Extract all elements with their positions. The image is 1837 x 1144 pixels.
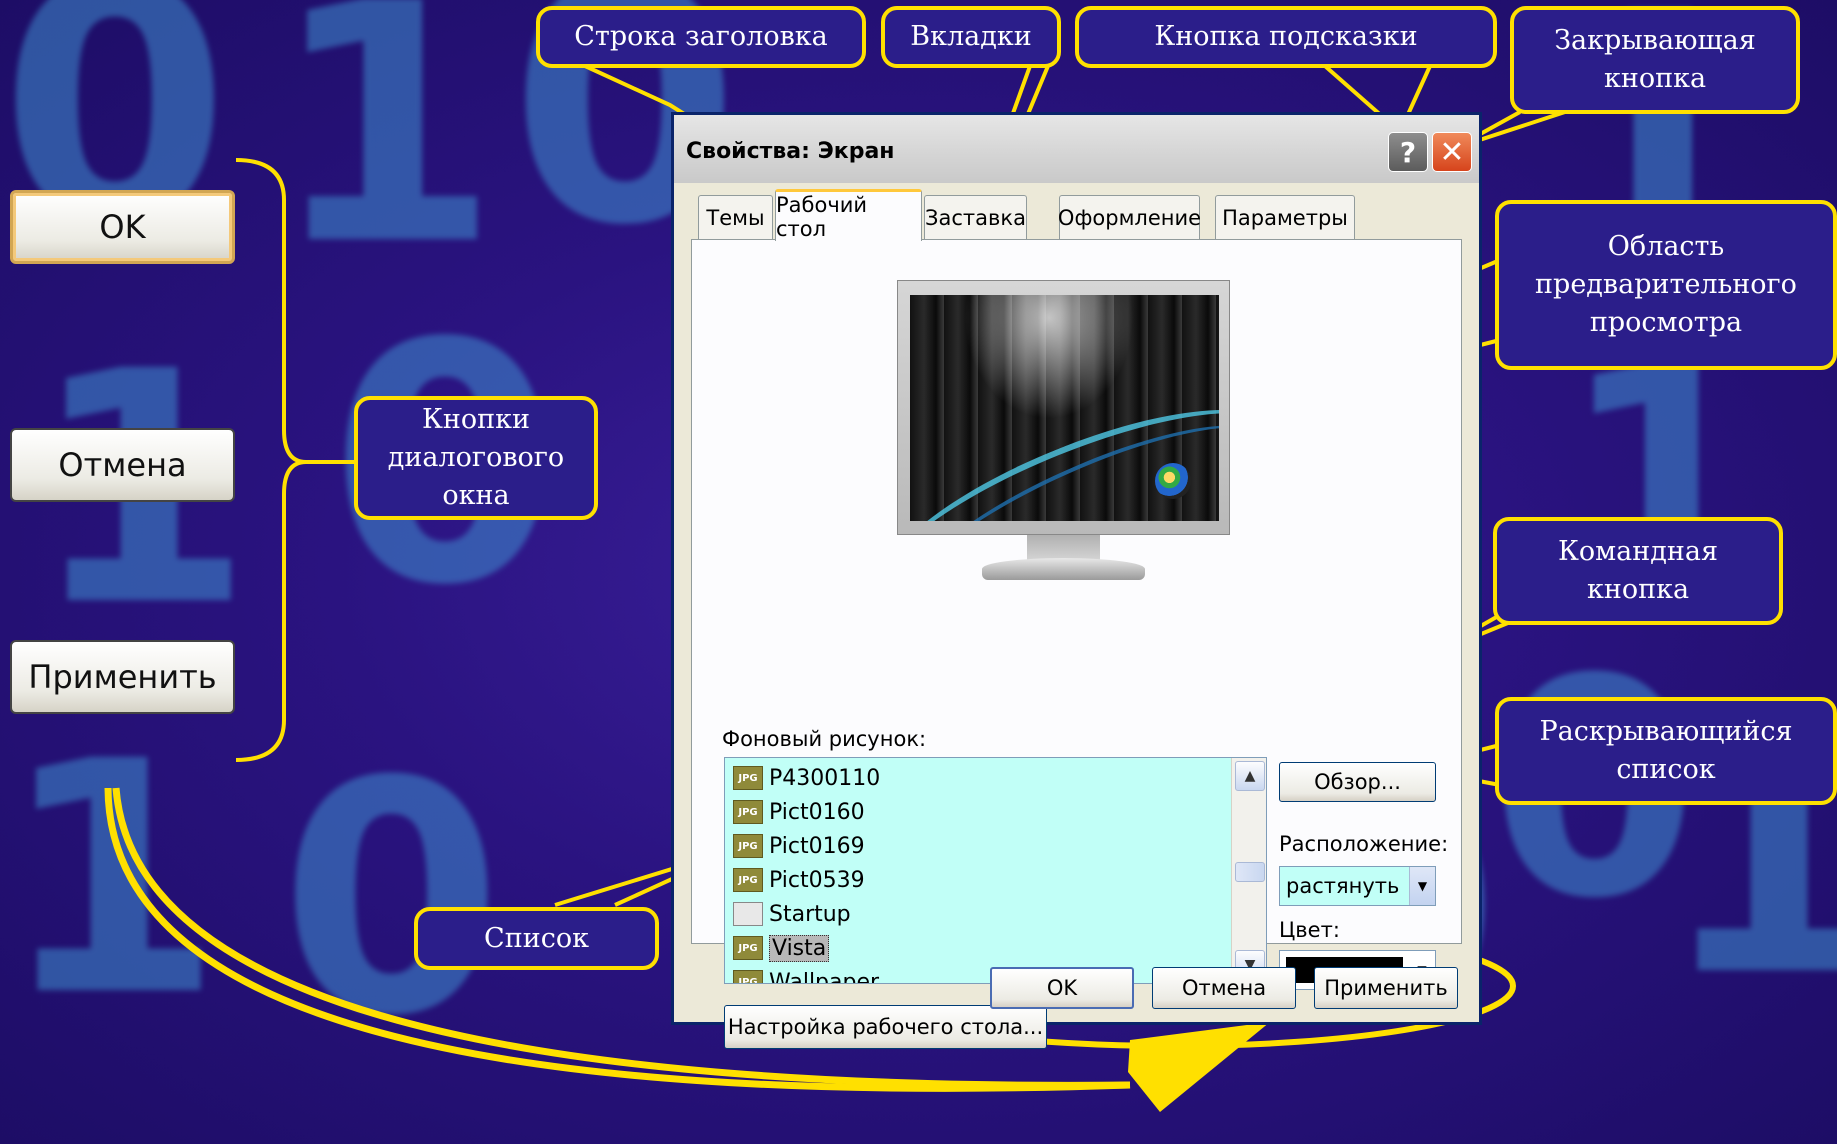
list-item[interactable]: JPG Pict0169 [733,830,865,862]
jpg-icon: JPG [733,800,763,824]
list-item[interactable]: JPG Pict0539 [733,864,865,896]
customize-desktop-button[interactable]: Настройка рабочего стола... [724,1005,1047,1049]
callout-command-line: Командная [1558,536,1718,567]
apply-button[interactable]: Применить [1314,967,1458,1009]
list-item[interactable]: Startup [733,898,851,930]
list-item-selected[interactable]: JPG Vista [733,932,830,964]
jpg-icon: JPG [733,936,763,960]
list-item-label: Pict0539 [769,867,865,893]
browse-button[interactable]: Обзор... [1279,762,1436,802]
position-dropdown[interactable]: растянуть ▼ [1279,866,1436,906]
callout-dropdown-line: Раскрывающийся [1539,716,1793,747]
ok-button[interactable]: OK [990,967,1134,1009]
list-item-label: Pict0160 [769,799,865,825]
display-properties-dialog: Свойства: Экран ? ✕ Темы Рабочий стол За… [671,112,1482,1049]
brace [235,158,307,762]
list-item-label: Wallpaper [769,969,880,984]
monitor-base [982,558,1145,580]
list-item[interactable]: JPG P4300110 [733,762,880,794]
callout-preview-line: предварительного [1535,269,1797,300]
list-item-label: P4300110 [769,765,881,791]
callout-preview-area: Область предварительного просмотра [1495,200,1837,370]
list-item[interactable]: JPG Pict0160 [733,796,865,828]
color-label: Цвет: [1279,918,1340,942]
callout-tabs: Вкладки [881,6,1061,68]
callout-dropdown-list: Раскрывающийся список [1495,697,1837,805]
tab-screensaver[interactable]: Заставка [924,195,1027,239]
callout-close-line: Закрывающая [1554,25,1756,56]
sample-ok-button[interactable]: OK [10,190,235,264]
callout-close-button: Закрывающая кнопка [1510,6,1800,114]
help-button[interactable]: ? [1388,132,1428,172]
callout-dialog-buttons-line: окна [442,480,510,511]
jpg-icon: JPG [733,970,763,983]
callout-title-bar: Строка заголовка [536,6,866,68]
question-icon: ? [1399,135,1417,169]
background-label: Фоновый рисунок: [722,727,927,751]
close-button[interactable]: ✕ [1432,132,1472,172]
windows-logo-icon [1155,463,1191,499]
sample-apply-button[interactable]: Применить [10,640,235,714]
list-item-label: Vista [769,934,830,962]
jpg-icon: JPG [733,834,763,858]
tab-settings[interactable]: Параметры [1215,195,1355,239]
preview-screen [910,295,1219,521]
callout-close-line: кнопка [1603,63,1707,94]
desktop-tab-panel: Фоновый рисунок: JPG P4300110 JPG Pict01… [691,239,1462,1049]
title-bar[interactable]: Свойства: Экран ? ✕ [674,115,1479,183]
callout-preview-line: Область [1607,231,1725,262]
callout-dialog-buttons-line: Кнопки [421,404,530,435]
dropdown-arrow[interactable]: ▼ [1409,867,1435,905]
callout-dialog-buttons-line: диалогового [387,442,565,473]
list-item-label: Startup [769,901,851,927]
jpg-icon: JPG [733,868,763,892]
position-value: растянуть [1286,874,1400,898]
window-title: Свойства: Экран [686,139,895,164]
scroll-up-button[interactable]: ▲ [1235,761,1265,791]
sample-cancel-button[interactable]: Отмена [10,428,235,502]
callout-dropdown-line: список [1616,754,1716,785]
jpg-icon: JPG [733,766,763,790]
chevron-up-icon: ▲ [1244,768,1256,784]
wallpaper-list[interactable]: JPG P4300110 JPG Pict0160 JPG Pict0169 J… [724,757,1267,984]
callout-command-button: Командная кнопка [1493,517,1783,625]
cancel-button[interactable]: Отмена [1152,967,1296,1009]
scroll-thumb[interactable] [1235,862,1265,882]
preview-area [897,280,1230,535]
chevron-down-icon: ▼ [1417,879,1428,893]
arc-arrowhead [1128,1022,1270,1112]
callout-tabs-text: Вкладки [910,21,1032,52]
callout-dialog-buttons: Кнопки диалогового окна [354,396,598,520]
callout-preview-line: просмотра [1589,307,1743,338]
system-file-icon [733,902,763,926]
tab-desktop[interactable]: Рабочий стол [775,189,922,241]
list-item[interactable]: JPG Wallpaper [733,966,880,984]
callout-title-bar-text: Строка заголовка [574,21,828,52]
list-item-label: Pict0169 [769,833,865,859]
position-label: Расположение: [1279,832,1449,856]
close-icon: ✕ [1439,134,1465,170]
callout-list-text: Список [484,922,589,954]
list-scrollbar[interactable]: ▲ ▼ [1231,758,1266,983]
tab-appearance[interactable]: Оформление [1058,195,1201,239]
tab-themes[interactable]: Темы [698,195,773,239]
callout-list: Список [414,907,659,970]
callout-help-button-text: Кнопка подсказки [1154,21,1418,52]
callout-command-line: кнопка [1586,574,1690,605]
callout-help-button: Кнопка подсказки [1075,6,1497,68]
